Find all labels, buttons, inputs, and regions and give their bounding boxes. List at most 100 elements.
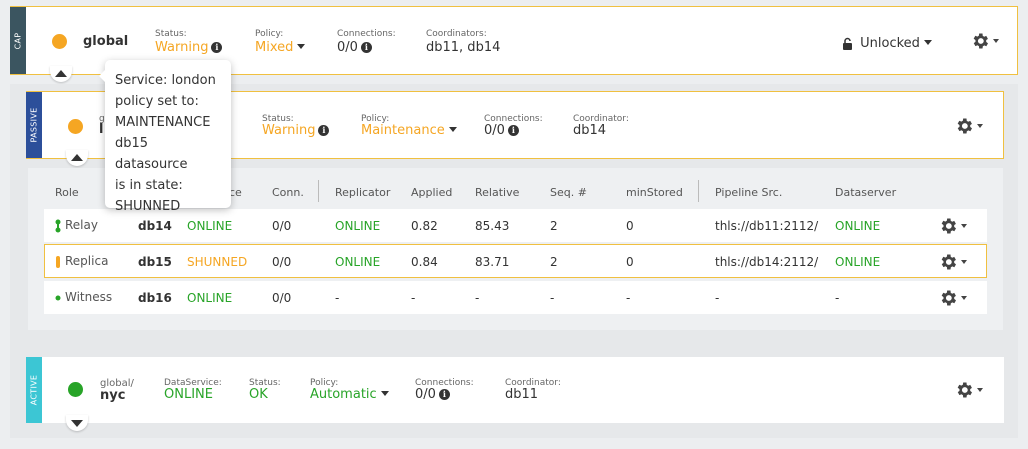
active-status-value: OK xyxy=(249,387,268,402)
active-panel: ACTIVE global/ nyc DataService: ONLINE S… xyxy=(26,357,1004,423)
caret-down-icon xyxy=(448,127,457,132)
row-applied: 0.84 xyxy=(411,255,438,269)
row-name[interactable]: db14 xyxy=(138,219,172,233)
header-conn: Conn. xyxy=(272,186,304,199)
info-icon[interactable]: i xyxy=(360,42,372,53)
active-settings-button[interactable] xyxy=(954,379,983,400)
row-conn: 0/0 xyxy=(272,219,292,233)
row-seq: 2 xyxy=(550,255,558,269)
lock-dropdown[interactable]: Unlocked xyxy=(842,36,932,51)
info-icon[interactable]: i xyxy=(438,389,450,400)
header-role: Role xyxy=(55,186,79,199)
row-state: ONLINE xyxy=(187,291,233,305)
cap-policy-label: Policy: xyxy=(255,29,284,39)
row-pipeline: - xyxy=(715,291,720,305)
gear-icon xyxy=(973,33,988,48)
cap-connections-label: Connections: xyxy=(337,29,396,39)
caret-down-icon xyxy=(977,123,983,128)
gear-icon xyxy=(941,290,956,305)
row-minstored: 0 xyxy=(626,219,634,233)
header-applied: Applied xyxy=(411,186,453,199)
tooltip-line: Service: london xyxy=(115,73,216,88)
row-relative: 83.71 xyxy=(475,255,510,269)
gear-icon xyxy=(941,254,956,269)
gear-icon xyxy=(957,382,972,397)
row-replicator: - xyxy=(335,291,340,305)
row-relative: 85.43 xyxy=(475,219,510,233)
row-settings-button[interactable] xyxy=(938,287,967,308)
info-icon[interactable]: i xyxy=(318,125,330,136)
relay-role-icon xyxy=(55,219,61,232)
row-seq: - xyxy=(550,291,555,305)
row-replicator: ONLINE xyxy=(335,219,381,233)
caret-down-icon xyxy=(977,387,983,392)
header-seq: Seq. # xyxy=(550,186,587,199)
active-coordinator-value: db11 xyxy=(505,387,539,402)
row-state: ONLINE xyxy=(187,219,233,233)
cap-policy-dropdown[interactable]: Mixed xyxy=(255,40,306,55)
row-replicator: ONLINE xyxy=(335,255,381,269)
row-role: Replica xyxy=(55,254,108,269)
header-divider xyxy=(698,180,699,202)
active-side-tab: ACTIVE xyxy=(26,357,42,423)
active-dataservice-value: ONLINE xyxy=(164,387,213,402)
row-name[interactable]: db16 xyxy=(138,291,172,305)
tooltip-line: db15 datasource xyxy=(115,136,188,172)
row-relative: - xyxy=(475,291,480,305)
cap-status-value[interactable]: Warning i xyxy=(155,40,223,55)
row-conn: 0/0 xyxy=(272,291,292,305)
caret-down-icon xyxy=(993,38,999,43)
tooltip-line: SHUNNED xyxy=(115,199,181,214)
caret-down-icon xyxy=(380,391,389,396)
replica-role-icon xyxy=(56,255,60,268)
passive-settings-button[interactable] xyxy=(954,115,983,136)
row-dataserver: ONLINE xyxy=(835,219,881,233)
cap-connections-value: 0/0 i xyxy=(337,40,372,55)
active-status-dot-icon xyxy=(68,382,83,397)
cap-status-label: Status: xyxy=(155,29,187,39)
header-replicator: Replicator xyxy=(335,186,391,199)
cap-collapse-button[interactable] xyxy=(50,66,72,82)
cap-name: global xyxy=(83,34,129,49)
info-icon[interactable]: i xyxy=(507,125,519,136)
witness-role-icon xyxy=(55,295,61,300)
row-settings-button[interactable] xyxy=(938,251,967,272)
cap-settings-button[interactable] xyxy=(970,30,999,51)
gear-icon xyxy=(941,218,956,233)
passive-side-tab: PASSIVE xyxy=(26,92,42,158)
row-applied: - xyxy=(411,291,416,305)
header-divider xyxy=(318,180,319,202)
active-policy-dropdown[interactable]: Automatic xyxy=(310,387,389,402)
caret-down-icon xyxy=(961,295,967,300)
caret-down-icon xyxy=(961,223,967,228)
row-seq: 2 xyxy=(550,219,558,233)
table-row[interactable] xyxy=(44,281,987,314)
row-role: Relay xyxy=(55,218,98,233)
passive-connections-value: 0/0 i xyxy=(484,123,519,138)
cap-status-dot-icon xyxy=(52,34,67,49)
passive-status-value[interactable]: Warning i xyxy=(262,123,330,138)
header-pipeline: Pipeline Src. xyxy=(715,186,783,199)
row-dataserver: ONLINE xyxy=(835,255,881,269)
tooltip-line: policy set to: xyxy=(115,94,199,109)
gear-icon xyxy=(957,118,972,133)
row-dataserver: - xyxy=(835,291,840,305)
active-name: nyc xyxy=(100,388,126,403)
lock-open-icon xyxy=(843,37,852,50)
row-settings-button[interactable] xyxy=(938,215,967,236)
header-dataserver: Dataserver xyxy=(835,186,897,199)
info-icon[interactable]: i xyxy=(211,42,223,53)
row-pipeline: thls://db11:2112/ xyxy=(715,219,819,233)
row-role: Witness xyxy=(55,290,112,305)
tooltip-arrow xyxy=(99,70,105,82)
row-minstored: - xyxy=(626,291,631,305)
header-relative: Relative xyxy=(475,186,520,199)
caret-down-icon xyxy=(923,40,932,45)
tooltip-line: is in state: xyxy=(115,178,183,193)
tooltip-line: MAINTENANCE xyxy=(115,115,211,130)
passive-policy-dropdown[interactable]: Maintenance xyxy=(361,123,457,138)
row-name[interactable]: db15 xyxy=(138,255,172,269)
caret-down-icon xyxy=(961,259,967,264)
status-tooltip: Service: london policy set to: MAINTENAN… xyxy=(99,60,231,214)
chevron-down-icon xyxy=(71,420,83,427)
